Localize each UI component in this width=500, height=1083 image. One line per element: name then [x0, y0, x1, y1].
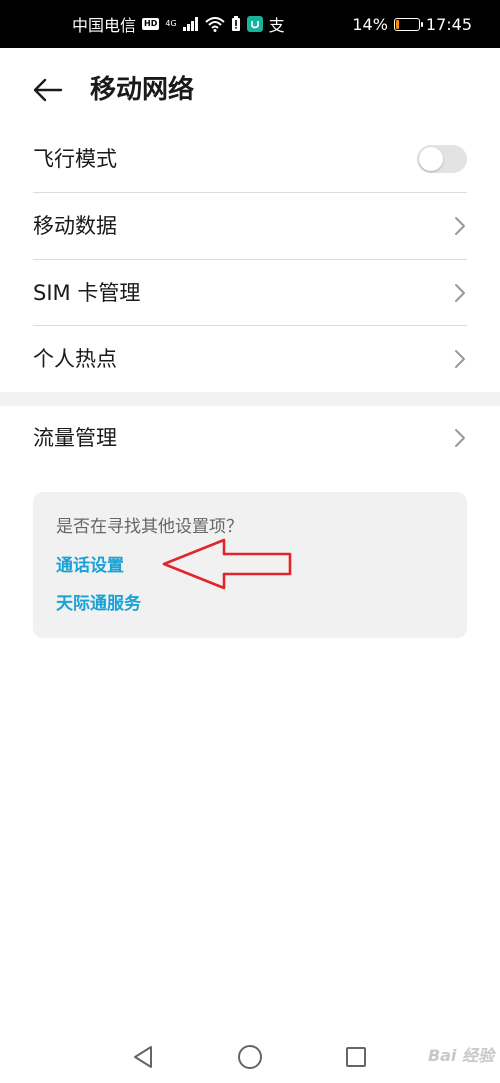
annotation-arrow-icon: [162, 538, 292, 590]
recents-square-icon: [346, 1047, 366, 1067]
battery-icon: [393, 17, 423, 31]
personal-hotspot-row[interactable]: 个人热点: [33, 344, 467, 374]
back-triangle-icon: [134, 1046, 152, 1068]
carrier-name: 中国电信: [72, 16, 137, 35]
airplane-mode-toggle[interactable]: [417, 145, 467, 173]
data-usage-label: 流量管理: [33, 426, 117, 450]
airplane-mode-label: 飞行模式: [33, 147, 117, 171]
airplane-mode-row[interactable]: 飞行模式: [33, 144, 467, 174]
page-title: 移动网络: [90, 75, 195, 105]
battery-alert-icon: [231, 16, 240, 31]
arrow-left-icon: [33, 78, 63, 102]
alipay-icon: 支: [268, 16, 285, 35]
nav-recents-button[interactable]: [343, 1044, 369, 1070]
mobile-data-label: 移动数据: [33, 214, 117, 238]
sim-management-label: SIM 卡管理: [33, 281, 141, 305]
divider: [33, 259, 467, 260]
status-right: 14% 17:45: [352, 15, 472, 34]
personal-hotspot-label: 个人热点: [33, 347, 117, 371]
data-usage-row[interactable]: 流量管理: [33, 423, 467, 453]
home-circle-icon: [238, 1045, 262, 1069]
clock: 17:45: [425, 14, 472, 34]
watermark: Bai 经验: [427, 1046, 494, 1065]
battery-percent: 14%: [352, 14, 388, 34]
chevron-right-icon: [455, 429, 465, 447]
app-header: 移动网络: [0, 48, 500, 132]
nav-home-button[interactable]: [237, 1044, 263, 1070]
section-separator: [0, 392, 500, 406]
battery-fill: [395, 19, 399, 29]
chevron-right-icon: [455, 284, 465, 302]
navigation-bar: [0, 1030, 500, 1083]
network-type: 4G: [165, 19, 177, 28]
chevron-right-icon: [455, 350, 465, 368]
hd-icon: HD: [142, 18, 160, 30]
chevron-right-icon: [455, 217, 465, 235]
status-left: 中国电信 HD 4G 支: [72, 12, 285, 36]
mobile-data-row[interactable]: 移动数据: [33, 211, 467, 241]
status-bar: 中国电信 HD 4G 支 14% 17:45: [0, 0, 500, 48]
signal-icon: [182, 17, 198, 31]
sim-management-row[interactable]: SIM 卡管理: [33, 278, 467, 308]
call-settings-link[interactable]: 通话设置: [56, 553, 124, 579]
back-button[interactable]: [30, 72, 66, 108]
app-notification-icon: [246, 16, 263, 32]
toggle-knob: [419, 147, 443, 171]
divider: [33, 192, 467, 193]
skytone-service-link[interactable]: 天际通服务: [56, 591, 141, 617]
divider: [33, 325, 467, 326]
wifi-icon: [204, 16, 225, 32]
nav-back-button[interactable]: [130, 1044, 156, 1070]
